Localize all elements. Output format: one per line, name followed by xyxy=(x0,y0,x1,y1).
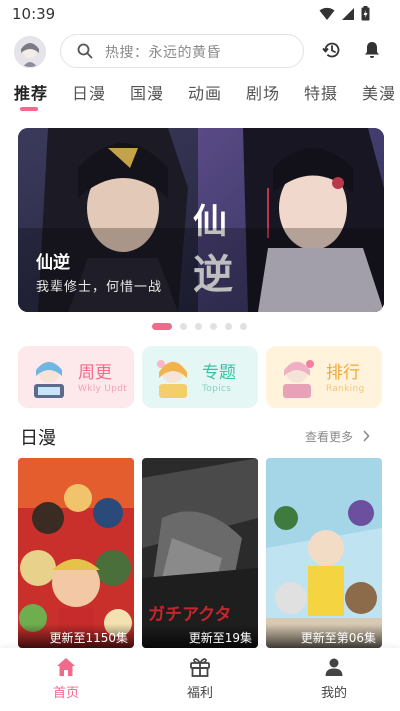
search-row: 热搜：永远的黄昏 xyxy=(0,32,400,70)
tab-american-comics[interactable]: 美漫 xyxy=(362,80,396,104)
carousel-dot[interactable] xyxy=(240,322,247,330)
carousel-dots xyxy=(152,322,247,330)
tab-chinese-anime[interactable]: 国漫 xyxy=(130,80,164,104)
topics-subtitle: Topics xyxy=(202,384,232,394)
cover-episode-label: 更新至19集 xyxy=(142,624,258,648)
anime-cover[interactable]: 更新至第06集 xyxy=(266,458,382,648)
section-header: 日漫 查看更多 xyxy=(0,424,400,449)
carousel-dot[interactable] xyxy=(225,322,232,330)
cover-episode-label: 更新至第06集 xyxy=(266,624,382,648)
tab-japanese-anime[interactable]: 日漫 xyxy=(72,80,106,104)
search-input[interactable]: 热搜：永远的黄昏 xyxy=(60,34,304,68)
home-icon xyxy=(57,658,75,676)
banner[interactable]: 仙 逆 仙逆 我辈修士，何惜一战 xyxy=(18,128,384,312)
tab-recommend[interactable]: 推荐 xyxy=(14,80,48,104)
carousel-dot[interactable] xyxy=(195,322,202,330)
anime-cover[interactable]: ガチアクタ 更新至19集 xyxy=(142,458,258,648)
status-bar: 10:39 xyxy=(0,0,400,28)
history-icon[interactable] xyxy=(322,40,342,60)
bottom-nav: 首页 福利 我的 xyxy=(0,648,400,711)
cell-signal-icon xyxy=(342,7,354,20)
avatar[interactable] xyxy=(14,36,46,68)
carousel-dot[interactable] xyxy=(180,322,187,330)
person-icon xyxy=(325,658,343,676)
search-placeholder: 热搜：永远的黄昏 xyxy=(105,45,221,61)
weekly-update-subtitle: Wkly Updt xyxy=(78,384,128,394)
tab-theater[interactable]: 剧场 xyxy=(246,80,280,104)
cover-logo-text: ガチアクタ xyxy=(148,605,231,625)
ranking-card[interactable]: 排行 Ranking xyxy=(266,346,382,408)
nav-profile[interactable]: 我的 xyxy=(294,656,374,701)
ranking-title: 排行 xyxy=(326,363,360,383)
avatar-image xyxy=(15,37,45,67)
tab-tokusatsu[interactable]: 特摄 xyxy=(304,80,338,104)
tab-animation[interactable]: 动画 xyxy=(188,80,222,104)
section-title: 日漫 xyxy=(20,428,56,449)
cover-image xyxy=(266,458,382,648)
chevron-right-icon[interactable] xyxy=(362,430,370,442)
gift-icon xyxy=(190,658,210,677)
view-more-link[interactable]: 查看更多 xyxy=(305,428,353,445)
weekly-update-mascot xyxy=(34,361,64,398)
status-time: 10:39 xyxy=(12,5,56,23)
battery-icon xyxy=(361,6,370,21)
carousel-dot[interactable] xyxy=(152,322,172,330)
cover-image xyxy=(18,458,134,648)
banner-subtitle: 我辈修士，何惜一战 xyxy=(36,280,163,295)
status-icons xyxy=(319,6,370,21)
nav-profile-label: 我的 xyxy=(320,686,347,701)
cover-episode-label: 更新至1150集 xyxy=(18,624,134,648)
nav-benefits-label: 福利 xyxy=(186,686,213,701)
bell-icon[interactable] xyxy=(362,40,382,60)
search-icon xyxy=(77,43,93,59)
nav-home[interactable]: 首页 xyxy=(26,656,106,701)
carousel-dot[interactable] xyxy=(210,322,217,330)
banner-title: 仙逆 xyxy=(36,253,70,273)
ranking-mascot xyxy=(283,360,314,398)
cover-image: ガチアクタ xyxy=(142,458,258,648)
anime-cover[interactable]: 更新至1150集 xyxy=(18,458,134,648)
topics-mascot xyxy=(157,360,187,398)
wifi-icon xyxy=(319,7,335,20)
ranking-subtitle: Ranking xyxy=(326,384,365,394)
topics-card[interactable]: 专题 Topics xyxy=(142,346,258,408)
tab-indicator xyxy=(20,107,38,111)
weekly-update-title: 周更 xyxy=(78,363,112,383)
weekly-update-card[interactable]: 周更 Wkly Updt xyxy=(18,346,134,408)
category-tabs: 推荐 日漫 国漫 动画 剧场 特摄 美漫 xyxy=(0,80,400,111)
topics-title: 专题 xyxy=(202,363,236,383)
nav-home-label: 首页 xyxy=(52,686,79,701)
nav-benefits[interactable]: 福利 xyxy=(160,656,240,701)
